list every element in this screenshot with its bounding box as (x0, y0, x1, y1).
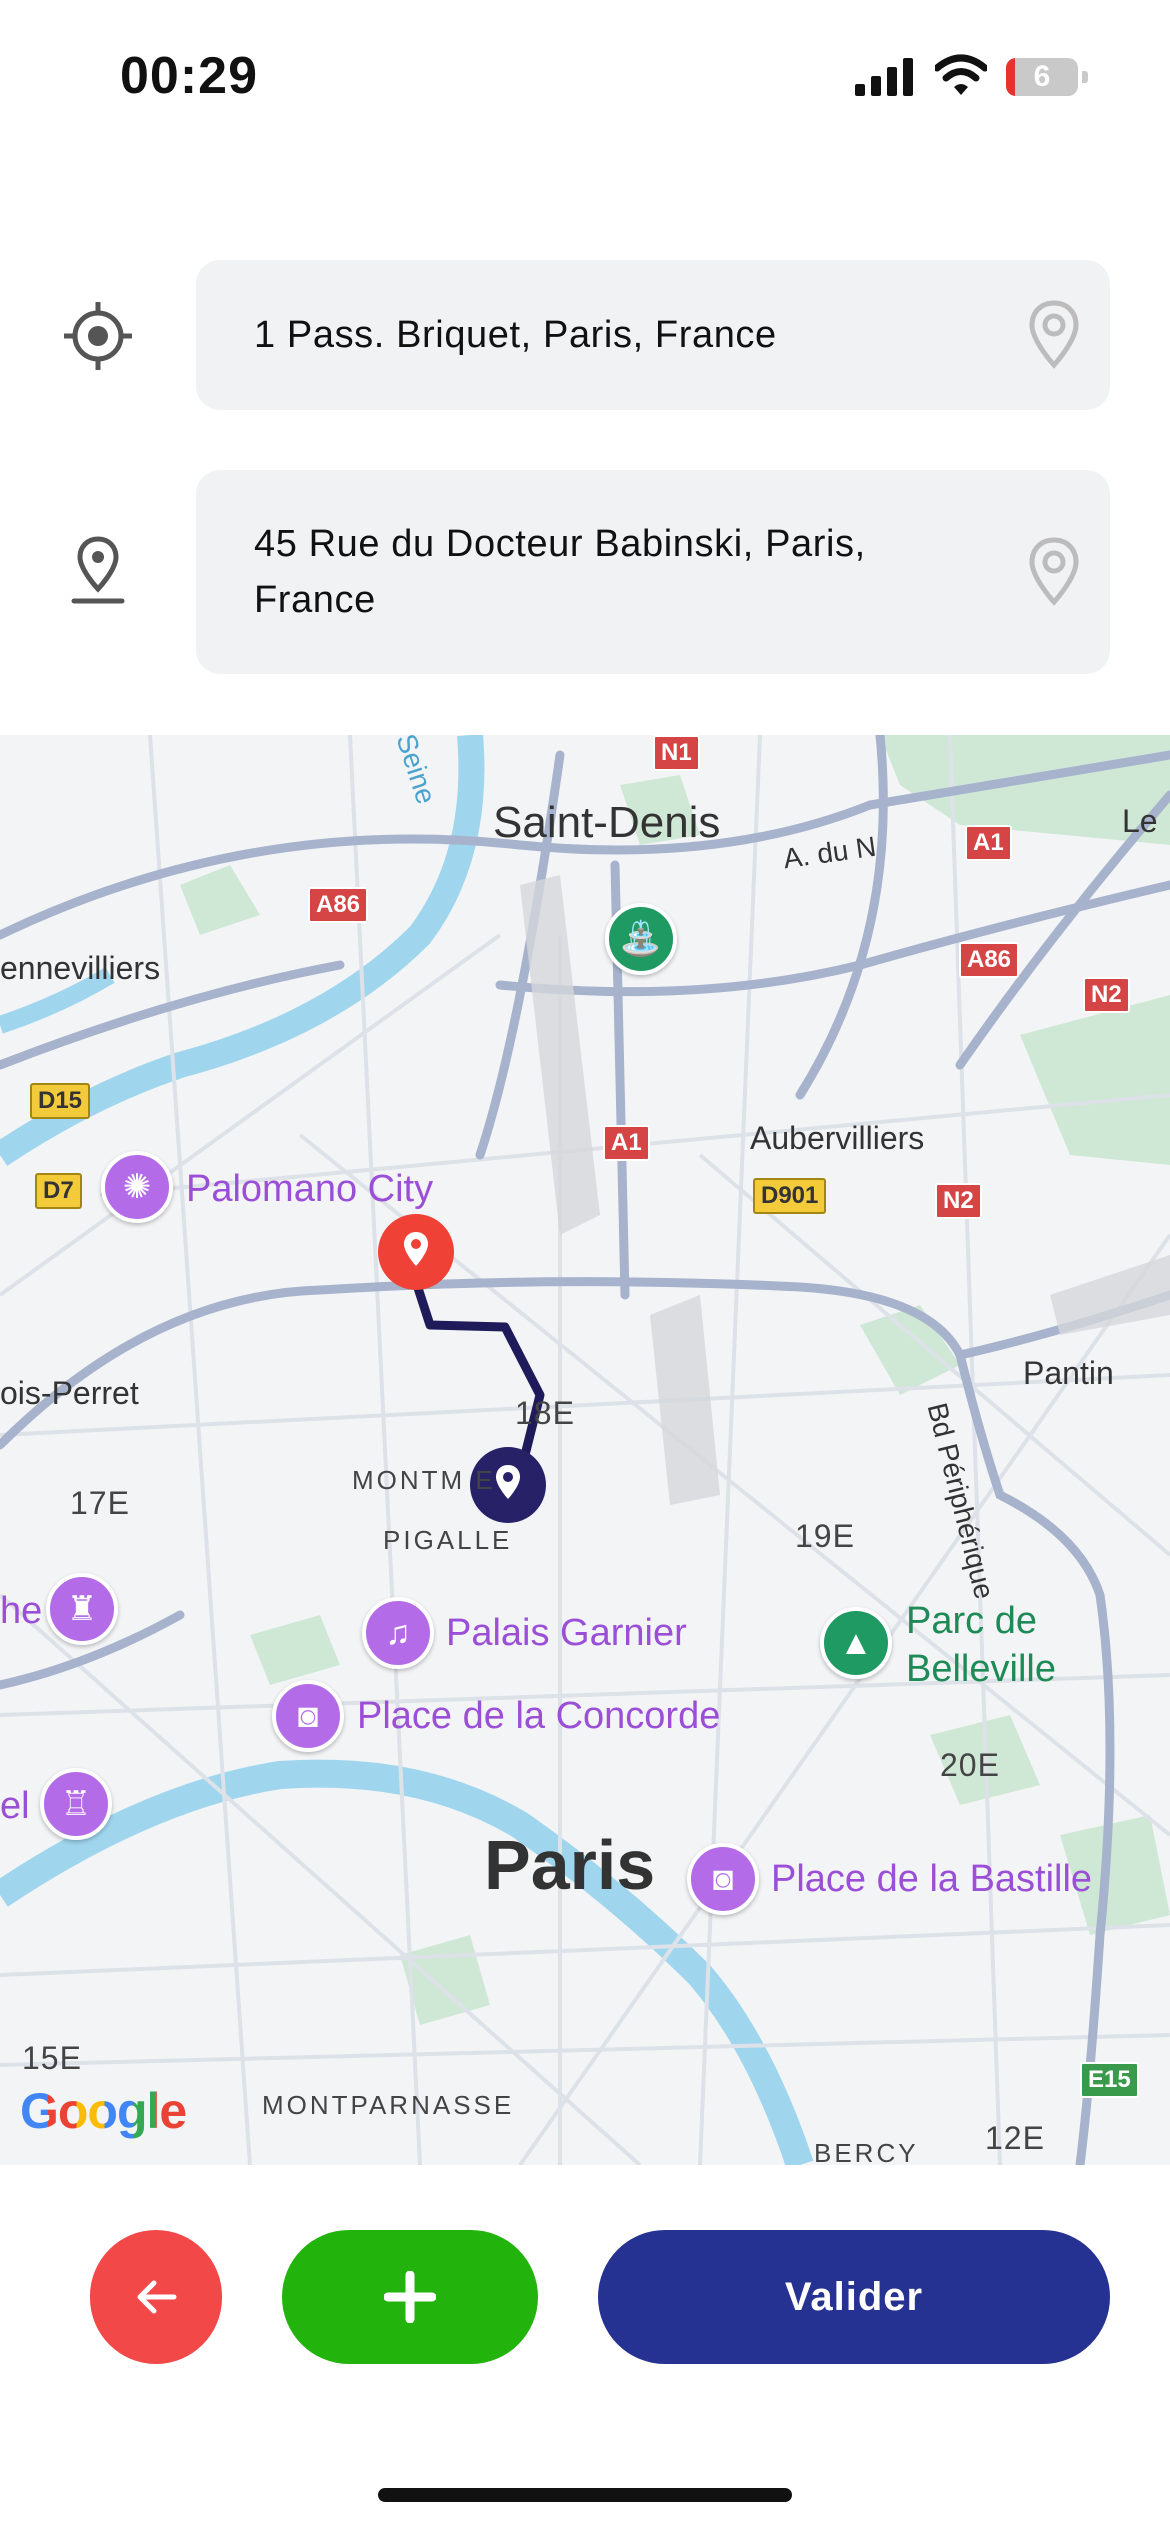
monument-icon[interactable]: ♜ (46, 1573, 118, 1645)
status-bar: 00:29 6 (0, 0, 1170, 150)
origin-address-field[interactable]: 1 Pass. Briquet, Paris, France (196, 260, 1110, 410)
road-shield-n2: N2 (935, 1183, 982, 1219)
validate-button[interactable]: Valider (598, 2230, 1110, 2364)
camera-icon[interactable]: ◙ (272, 1680, 344, 1752)
road-shield-d15: D15 (30, 1083, 91, 1119)
tree-icon[interactable]: ▲ (820, 1607, 892, 1679)
battery-level: 6 (1033, 60, 1051, 93)
route-map[interactable]: Saint-Denis Paris Aubervilliers Pantin e… (0, 735, 1170, 2165)
back-button[interactable] (90, 2230, 222, 2364)
add-stop-button[interactable] (282, 2230, 538, 2364)
road-shield-d7: D7 (35, 1173, 82, 1209)
crosshair-location-icon (64, 302, 132, 370)
origin-address-value: 1 Pass. Briquet, Paris, France (254, 314, 777, 356)
poi-parc-de-belleville[interactable]: Parc de Belleville (906, 1597, 1106, 1693)
road-shield-a1: A1 (965, 825, 1012, 861)
battery-icon: 6 (1006, 58, 1088, 96)
map-label-12e: 12E (985, 2120, 1045, 2156)
road-shield-d901: D901 (753, 1178, 827, 1214)
camera-icon[interactable]: ◙ (687, 1843, 759, 1915)
arrow-left-icon (137, 2280, 177, 2314)
road-shield-n2: N2 (1083, 977, 1130, 1013)
poi-place-de-la-concorde[interactable]: Place de la Concorde (357, 1695, 720, 1738)
road-shield-n1: N1 (653, 735, 700, 771)
google-attribution: Google (20, 2082, 187, 2140)
poi-palomano-city[interactable]: Palomano City (186, 1168, 433, 1211)
location-pin-icon (71, 536, 125, 604)
destination-address-field[interactable]: 45 Rue du Docteur Babinski, Paris, Franc… (196, 470, 1110, 674)
road-shield-a86: A86 (959, 942, 1020, 978)
road-shield-a86: A86 (308, 887, 369, 923)
map-label-saint-denis: Saint-Denis (493, 798, 721, 847)
poi-place-de-la-bastille[interactable]: Place de la Bastille (771, 1858, 1092, 1901)
destination-address-value: 45 Rue du Docteur Babinski, Paris, Franc… (254, 523, 866, 621)
origin-marker[interactable] (376, 1212, 456, 1298)
map-label-17e: 17E (70, 1485, 130, 1521)
google-logo: Google (20, 2083, 187, 2139)
map-label-paris: Paris (484, 1826, 656, 1904)
map-label-bercy: BERCY (814, 2138, 919, 2165)
wifi-icon (935, 54, 987, 95)
map-label-cut-left-1: he (0, 1590, 43, 1632)
status-time: 00:29 (120, 47, 258, 105)
map-label-20e: 20E (940, 1747, 1000, 1783)
map-label-pigalle: PIGALLE (383, 1525, 513, 1555)
map-label-pantin: Pantin (1023, 1355, 1114, 1391)
road-shield-e15: E15 (1080, 2062, 1139, 2098)
pick-on-map-pin-icon[interactable] (1026, 299, 1082, 371)
nightlife-icon[interactable]: ✺ (101, 1151, 173, 1223)
poi-palais-garnier[interactable]: Palais Garnier (446, 1612, 687, 1655)
map-label-le: Le (1122, 803, 1158, 839)
map-label-montmartre: MONTM E (352, 1465, 496, 1495)
map-label-gennevilliers: ennevilliers (0, 950, 161, 986)
road-shield-a1: A1 (603, 1125, 650, 1161)
fountain-icon[interactable]: ⛲ (605, 903, 677, 975)
home-indicator[interactable] (378, 2488, 792, 2502)
map-label-aubervilliers: Aubervilliers (750, 1120, 925, 1156)
castle-icon[interactable]: ♖ (40, 1768, 112, 1840)
plus-icon (384, 2271, 436, 2323)
map-label-18e: 18E (515, 1395, 575, 1431)
music-icon[interactable]: ♫ (362, 1597, 434, 1669)
map-label-montparnasse: MONTPARNASSE (262, 2090, 515, 2120)
cellular-signal-icon (855, 58, 913, 96)
pick-on-map-pin-icon[interactable] (1026, 536, 1082, 608)
map-label-19e: 19E (795, 1518, 855, 1554)
map-label-cut-left-2: el (0, 1785, 30, 1827)
map-label-15e: 15E (22, 2040, 82, 2076)
map-label-levallois: ois-Perret (0, 1375, 139, 1411)
